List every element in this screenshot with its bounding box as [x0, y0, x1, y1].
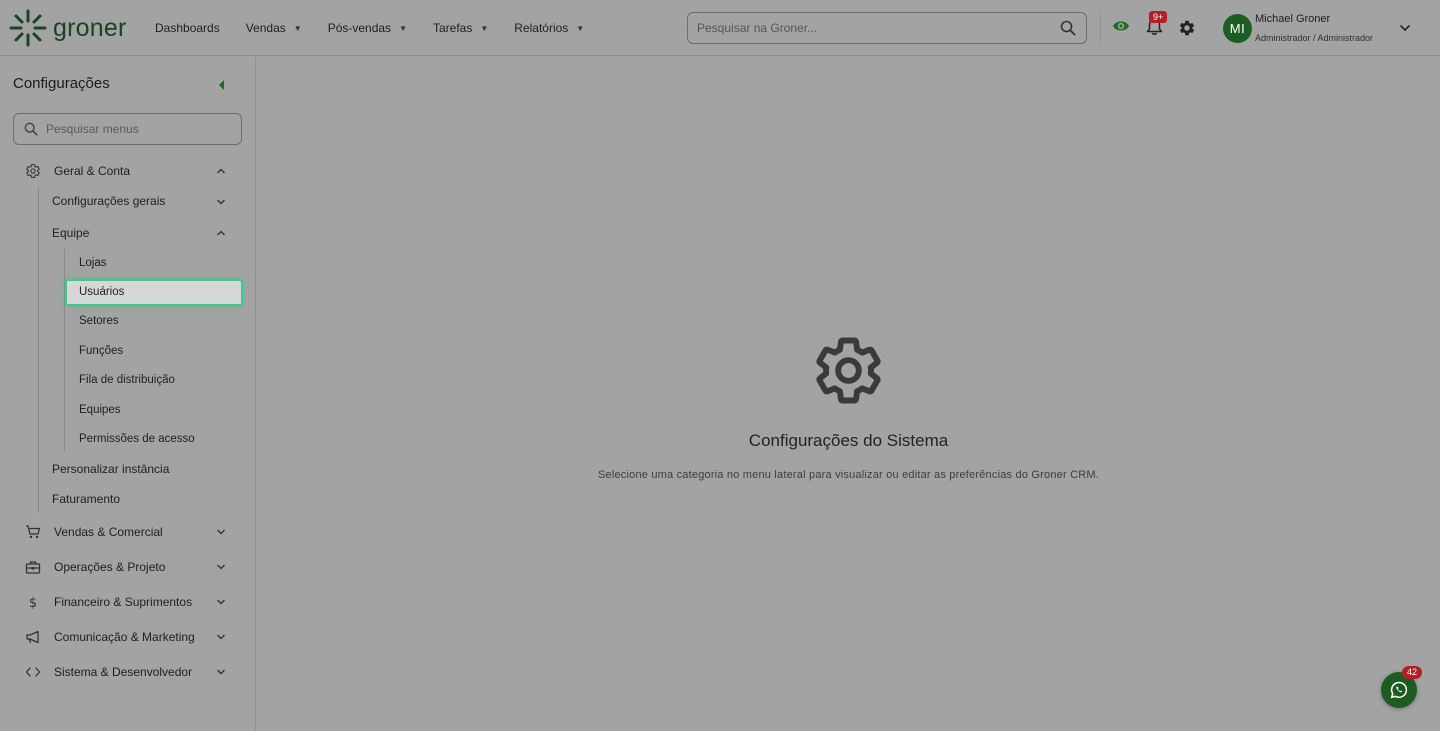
sidebar-item-equipe[interactable]: Equipe	[52, 226, 89, 240]
sidebar-group-label: Geral & Conta	[54, 164, 131, 178]
global-search	[687, 12, 1087, 44]
settings-sidebar: Configurações Geral & Conta Configuraçõe…	[0, 57, 256, 731]
sidebar-item-personalizar-instancia[interactable]: Personalizar instância	[52, 462, 169, 476]
gear-icon	[26, 164, 40, 178]
cart-icon	[26, 525, 41, 539]
toolbar-divider	[1100, 14, 1101, 42]
nav-label: Vendas	[245, 21, 286, 35]
chevron-down-icon	[217, 564, 225, 570]
nav-label: Dashboards	[155, 21, 220, 35]
sidebar-group-label: Sistema & Desenvolvedor	[54, 665, 193, 679]
sidebar-group-comunicacao-marketing[interactable]: Comunicação & Marketing	[0, 623, 256, 651]
sidebar-item-fila-distribuicao[interactable]: Fila de distribuição	[79, 374, 175, 386]
sidebar-group-label: Comunicação & Marketing	[54, 630, 195, 644]
page-title: Configurações do Sistema	[748, 431, 949, 450]
brand-name: groner	[53, 13, 127, 42]
sidebar-item-permissoes-acesso[interactable]: Permissões de acesso	[79, 433, 195, 445]
caret-down-icon: ▼	[576, 23, 585, 33]
sidebar-item-usuarios-active[interactable]: Usuários	[65, 279, 243, 306]
sidebar-group-label: Financeiro & Suprimentos	[54, 595, 193, 609]
svg-text:$: $	[29, 596, 37, 610]
chevron-down-icon	[217, 634, 225, 640]
global-search-input[interactable]	[697, 13, 1047, 43]
sidebar-group-label: Vendas & Comercial	[54, 525, 163, 539]
sidebar-item-faturamento[interactable]: Faturamento	[52, 492, 120, 506]
main-content: Configurações do Sistema Selecione uma c…	[257, 57, 1440, 731]
whatsapp-icon	[1390, 681, 1408, 699]
sidebar-item-configuracoes-gerais[interactable]: Configurações gerais	[52, 194, 165, 208]
toolbox-icon	[25, 561, 41, 574]
search-icon[interactable]	[1060, 20, 1076, 36]
chevron-down-icon[interactable]	[1399, 22, 1411, 34]
brand-logo[interactable]: groner	[9, 9, 126, 47]
chevron-up-icon	[217, 168, 225, 174]
user-name[interactable]: Michael Groner	[1255, 13, 1330, 25]
eye-icon[interactable]	[1112, 17, 1130, 35]
search-icon	[24, 122, 38, 136]
nav-label: Relatórios	[514, 21, 569, 35]
megaphone-icon	[26, 630, 39, 644]
caret-down-icon: ▼	[293, 23, 302, 33]
collapse-sidebar-icon[interactable]	[219, 80, 224, 90]
chevron-down-icon	[217, 599, 225, 605]
sidebar-group-sistema-desenvolvedor[interactable]: Sistema & Desenvolvedor	[0, 658, 256, 686]
chat-unread-badge: 42	[1402, 666, 1423, 679]
sidebar-item-funcoes[interactable]: Funções	[79, 345, 123, 357]
top-bar: groner Dashboards Vendas ▼ Pós-vendas ▼ Ta…	[0, 0, 1440, 56]
nav-pos-vendas[interactable]: Pós-vendas ▼	[328, 21, 407, 35]
sidebar-item-setores[interactable]: Setores	[79, 315, 119, 327]
nav-tarefas[interactable]: Tarefas ▼	[433, 21, 488, 35]
sidebar-group-financeiro-suprimentos[interactable]: $ Financeiro & Suprimentos	[0, 588, 256, 616]
sidebar-item-label: Usuários	[79, 286, 125, 298]
gear-icon	[816, 337, 881, 404]
groner-logo-icon	[9, 9, 47, 47]
sidebar-item-lojas[interactable]: Lojas	[79, 257, 107, 269]
sidebar-group-label: Operações & Projeto	[54, 560, 166, 574]
chevron-up-icon[interactable]	[216, 228, 226, 238]
chevron-down-icon	[217, 529, 225, 535]
code-icon	[25, 667, 41, 677]
caret-down-icon: ▼	[399, 23, 407, 33]
nav-label: Pós-vendas	[327, 21, 392, 35]
menu-search-input[interactable]	[46, 114, 236, 144]
main-nav: Dashboards Vendas ▼ Pós-vendas ▼ Tarefas ▼ …	[155, 0, 610, 56]
sidebar-group-vendas-comercial[interactable]: Vendas & Comercial	[0, 518, 256, 546]
sidebar-group-geral-conta[interactable]: Geral & Conta	[0, 157, 256, 185]
sidebar-title: Configurações	[13, 75, 110, 92]
chevron-down-icon	[217, 669, 225, 675]
user-role: Administrador / Administrador	[1255, 33, 1374, 43]
nav-label: Tarefas	[432, 21, 473, 35]
nav-dashboards[interactable]: Dashboards	[155, 21, 220, 35]
sidebar-group-operacoes-projeto[interactable]: Operações & Projeto	[0, 553, 256, 581]
gear-icon[interactable]	[1178, 19, 1196, 37]
page-subtitle: Selecione uma categoria no menu lateral …	[597, 469, 1099, 481]
sidebar-item-equipes[interactable]: Equipes	[79, 404, 121, 416]
caret-down-icon: ▼	[480, 23, 489, 33]
avatar[interactable]: MI	[1223, 14, 1252, 43]
dollar-icon: $	[29, 596, 37, 610]
nav-relatorios[interactable]: Relatórios ▼	[514, 21, 584, 35]
nav-vendas[interactable]: Vendas ▼	[246, 21, 302, 35]
menu-search	[13, 113, 242, 145]
notifications-badge: 9+	[1149, 11, 1168, 23]
chevron-down-icon[interactable]	[216, 197, 226, 207]
tree-line	[38, 187, 39, 513]
